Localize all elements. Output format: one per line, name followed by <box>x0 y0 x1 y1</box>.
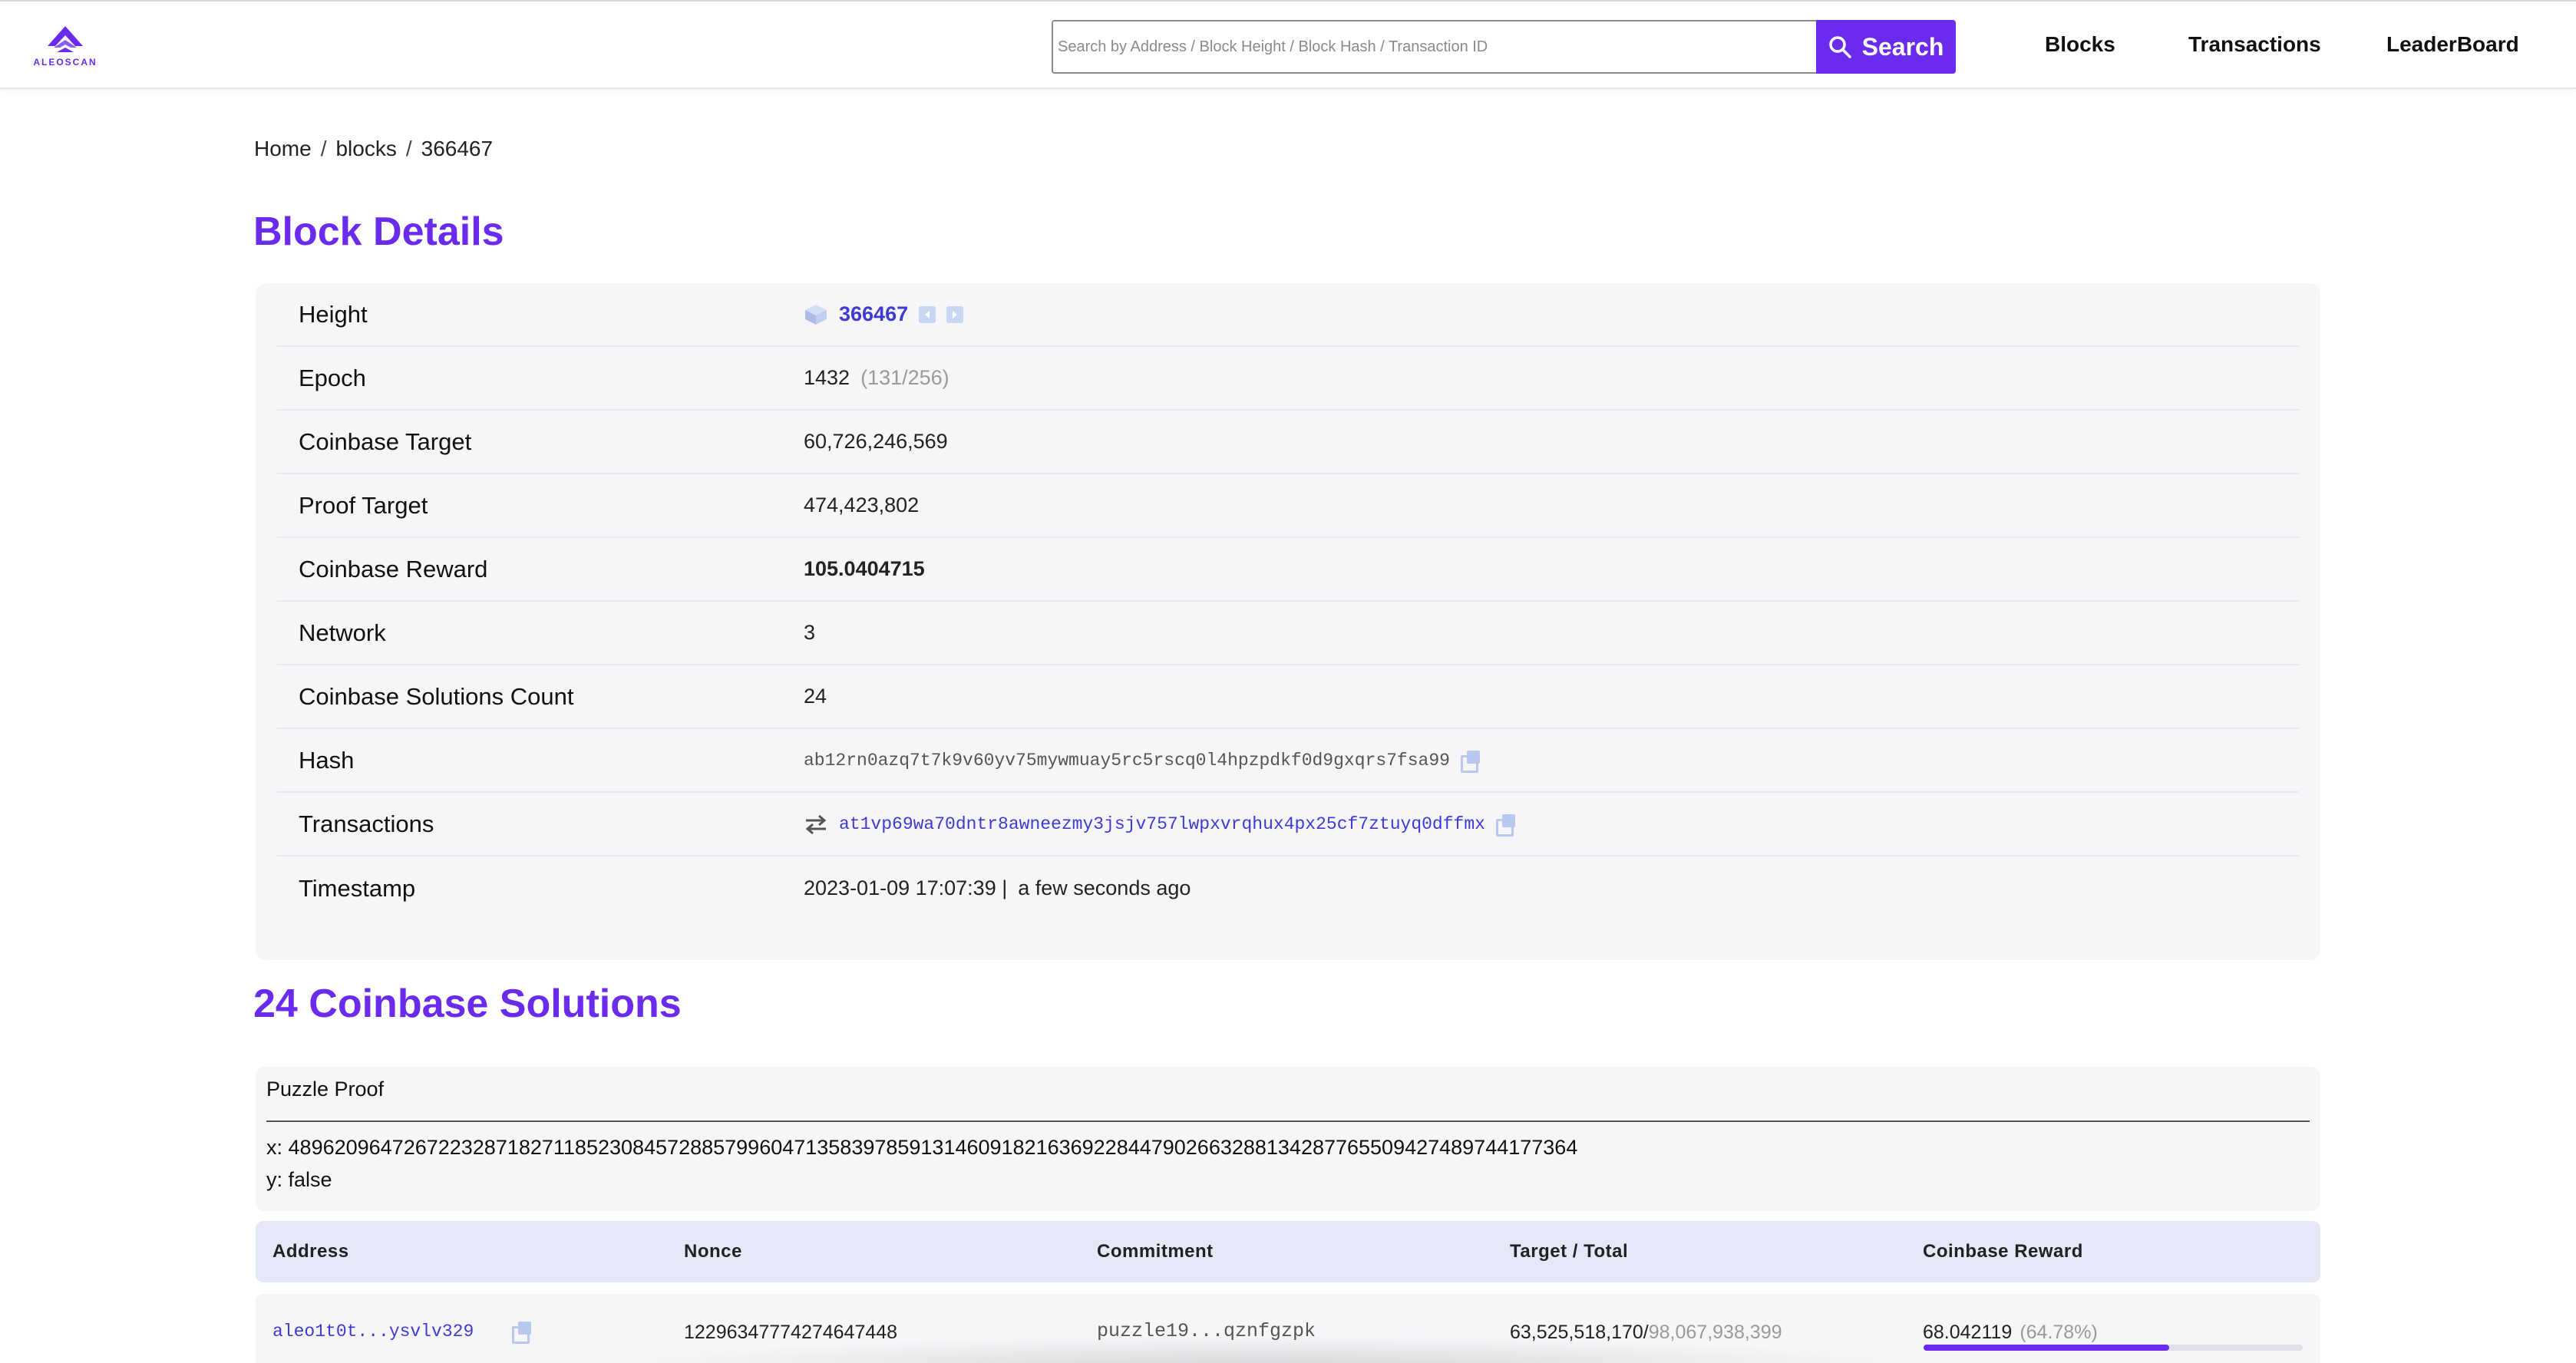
proof-y-value: false <box>288 1168 332 1191</box>
detail-row-timestamp: Timestamp 2023-01-09 17:07:39 | a few se… <box>277 856 2299 920</box>
copy-icon[interactable] <box>1460 750 1482 773</box>
logo-text: ALEOSCAN <box>33 57 97 68</box>
detail-label: Network <box>299 619 386 646</box>
detail-value: 1432 (131/256) <box>804 366 949 390</box>
block-height-link[interactable]: 366467 <box>839 302 908 326</box>
block-details-card: Height 366467 Epoch 1432 (131/256) Coinb… <box>256 283 2320 960</box>
search-button-label: Search <box>1861 32 1944 61</box>
logo-mark-icon <box>48 26 83 52</box>
detail-label: Coinbase Reward <box>299 555 488 582</box>
nonce-cell: 12296347774274647448 <box>684 1322 898 1343</box>
search-button[interactable]: Search <box>1816 20 1956 74</box>
detail-value: 105.0404715 <box>804 557 925 580</box>
epoch-progress: (131/256) <box>860 366 949 389</box>
address-cell: aleo1t0t...ysvlv329 <box>272 1322 533 1344</box>
aleoscan-logo[interactable]: ALEOSCAN <box>25 23 106 71</box>
commitment-cell: puzzle19...qznfgzpk <box>1097 1320 1316 1342</box>
nav-blocks[interactable]: Blocks <box>2045 32 2115 57</box>
solutions-table-header: Address Nonce Commitment Target / Total … <box>256 1221 2320 1282</box>
target-value: 63,525,518,170/ <box>1510 1322 1649 1343</box>
target-total-cell: 63,525,518,170/98,067,938,399 <box>1510 1322 1782 1344</box>
detail-value: 60,726,246,569 <box>804 430 948 453</box>
detail-row-epoch: Epoch 1432 (131/256) <box>277 347 2299 411</box>
divider <box>266 1120 2310 1122</box>
proof-x-label: x: <box>266 1136 283 1159</box>
block-hash: ab12rn0azq7t7k9v60yv75mywmuay5rc5rscq0l4… <box>804 750 1450 771</box>
total-value: 98,067,938,399 <box>1648 1322 1782 1343</box>
breadcrumb-separator: / <box>405 137 412 160</box>
top-navbar: ALEOSCAN Search Blocks Transactions Lead… <box>0 0 2576 89</box>
detail-row-height: Height 366467 <box>277 283 2299 347</box>
detail-value: at1vp69wa70dntr8awneezmy3jsjv757lwpxvrqh… <box>804 814 1518 837</box>
reward-progress-bar <box>1924 1345 2303 1351</box>
epoch-value: 1432 <box>804 366 850 389</box>
detail-row-hash: Hash ab12rn0azq7t7k9v60yv75mywmuay5rc5rs… <box>277 729 2299 793</box>
detail-value: 474,423,802 <box>804 493 920 516</box>
chevron-left-icon <box>925 310 930 318</box>
detail-label: Timestamp <box>299 874 416 902</box>
block-details-title: Block Details <box>253 210 504 254</box>
reward-percent: (64.78%) <box>2020 1322 2098 1343</box>
table-row: aleo1t0t...ysvlv329 12296347774274647448… <box>256 1294 2320 1363</box>
detail-label: Epoch <box>299 364 366 391</box>
detail-label: Height <box>299 300 368 328</box>
nav-leaderboard[interactable]: LeaderBoard <box>2386 32 2519 57</box>
timestamp-relative: a few seconds ago <box>1018 876 1191 899</box>
proof-x-value: 4896209647267223287182711852308457288579… <box>288 1136 1578 1159</box>
column-header-target-total: Target / Total <box>1510 1241 1629 1262</box>
column-header-nonce: Nonce <box>684 1241 742 1262</box>
detail-label: Proof Target <box>299 491 428 519</box>
copy-icon[interactable] <box>1495 814 1518 837</box>
copy-icon[interactable] <box>512 1322 533 1344</box>
proof-x-line: x: 4896209647267223287182711852308457288… <box>266 1136 1577 1160</box>
detail-row-coinbase-target: Coinbase Target 60,726,246,569 <box>277 411 2299 474</box>
detail-label: Coinbase Target <box>299 427 472 455</box>
puzzle-proof-card: Puzzle Proof x: 489620964726722328718271… <box>256 1067 2320 1211</box>
breadcrumb-blocks[interactable]: blocks <box>335 137 396 160</box>
transfer-icon <box>805 814 827 834</box>
address-link[interactable]: aleo1t0t...ysvlv329 <box>272 1322 474 1342</box>
next-block-button[interactable] <box>946 305 964 323</box>
coinbase-solutions-title: 24 Coinbase Solutions <box>253 982 682 1026</box>
reward-cell: 68.042119 (64.78%) <box>1923 1322 2098 1344</box>
puzzle-proof-title: Puzzle Proof <box>266 1078 385 1101</box>
chevron-right-icon <box>953 310 958 318</box>
detail-value: 24 <box>804 685 827 708</box>
reward-progress-fill <box>1924 1345 2169 1351</box>
timestamp-value: 2023-01-09 17:07:39 | <box>804 876 1008 899</box>
detail-label: Transactions <box>299 810 434 837</box>
nav-transactions[interactable]: Transactions <box>2188 32 2321 57</box>
detail-value: 3 <box>804 621 816 644</box>
detail-row-proof-target: Proof Target 474,423,802 <box>277 474 2299 538</box>
search-icon <box>1828 36 1851 58</box>
detail-label: Coinbase Solutions Count <box>299 682 574 710</box>
breadcrumb-home[interactable]: Home <box>254 137 312 160</box>
search-bar: Search <box>1052 20 1956 74</box>
breadcrumb-separator: / <box>320 137 327 160</box>
column-header-address: Address <box>272 1241 349 1262</box>
search-input[interactable] <box>1058 26 1810 68</box>
detail-row-solutions-count: Coinbase Solutions Count 24 <box>277 665 2299 729</box>
proof-y-label: y: <box>266 1168 283 1191</box>
detail-value: 366467 <box>804 302 964 326</box>
breadcrumb-current: 366467 <box>421 137 494 160</box>
reward-value: 68.042119 <box>1923 1322 2013 1343</box>
detail-row-transactions: Transactions at1vp69wa70dntr8awneezmy3js… <box>277 793 2299 856</box>
block-cube-icon <box>805 304 827 325</box>
column-header-commitment: Commitment <box>1097 1241 1214 1262</box>
detail-value: ab12rn0azq7t7k9v60yv75mywmuay5rc5rscq0l4… <box>804 750 1482 773</box>
detail-row-network: Network 3 <box>277 602 2299 665</box>
detail-label: Hash <box>299 746 355 774</box>
column-header-coinbase-reward: Coinbase Reward <box>1923 1241 2083 1262</box>
proof-y-line: y: false <box>266 1168 332 1192</box>
detail-row-coinbase-reward: Coinbase Reward 105.0404715 <box>277 538 2299 602</box>
detail-value: 2023-01-09 17:07:39 | a few seconds ago <box>804 876 1191 900</box>
previous-block-button[interactable] <box>919 305 936 323</box>
breadcrumb: Home / blocks / 366467 <box>254 137 500 161</box>
transaction-id-link[interactable]: at1vp69wa70dntr8awneezmy3jsjv757lwpxvrqh… <box>839 814 1485 834</box>
